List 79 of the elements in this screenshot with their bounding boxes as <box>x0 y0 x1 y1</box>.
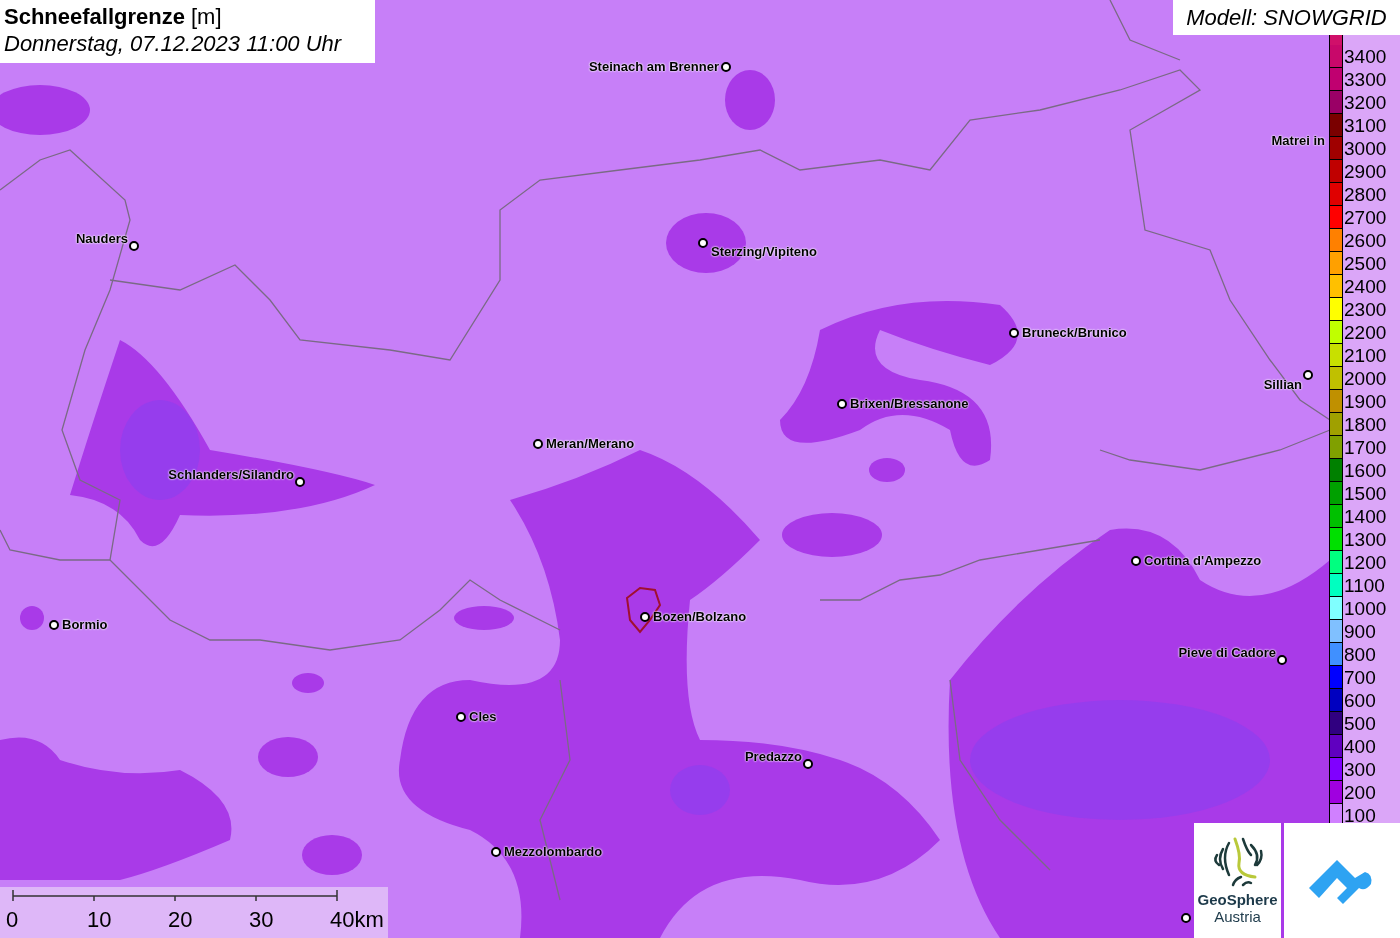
legend-label: 1600 <box>1343 459 1387 482</box>
legend-label: 900 <box>1343 620 1376 643</box>
unit-label: [m] <box>190 4 222 30</box>
legend-swatch <box>1329 35 1343 45</box>
place-label: Meran/Merano <box>546 435 635 453</box>
legend-label: 1300 <box>1343 528 1387 551</box>
place-label: Nauders <box>75 230 128 248</box>
place-label: Cortina d'Ampezzo <box>1144 552 1262 570</box>
legend-label: 200 <box>1343 781 1376 804</box>
place-label: Bruneck/Brunico <box>1022 324 1127 342</box>
place-marker-icon <box>1303 370 1313 380</box>
scale-label: 0 <box>6 907 20 933</box>
legend-label: 500 <box>1343 712 1376 735</box>
scale-ruler-icon <box>12 890 338 902</box>
legend-label: 1400 <box>1343 505 1387 528</box>
legend-label: 1000 <box>1343 597 1387 620</box>
model-label: Modell: SNOWGRID <box>1173 0 1400 35</box>
date-label: Donnerstag, 07.12.2023 11:00 Uhr <box>4 30 343 58</box>
legend-label: 2700 <box>1343 206 1387 229</box>
legend-label: 1800 <box>1343 413 1387 436</box>
legend-label: 2800 <box>1343 183 1387 206</box>
legend-label: 1100 <box>1343 574 1385 597</box>
legend-label: 800 <box>1343 643 1376 666</box>
place-label: Steinach am Brenner <box>588 58 719 76</box>
legend-label: 2500 <box>1343 252 1387 275</box>
place-label: Cles <box>469 708 497 726</box>
legend-label: 2200 <box>1343 321 1387 344</box>
logo-text: GeoSphere <box>1197 891 1278 908</box>
legend-label: 2600 <box>1343 229 1387 252</box>
place-label: Bormio <box>62 616 108 634</box>
legend-label: 600 <box>1343 689 1376 712</box>
place-label: Mezzolombardo <box>504 843 603 861</box>
scale-label: 10 <box>87 907 113 933</box>
place-label: Pieve di Cadore <box>1178 644 1276 662</box>
place-label: Schlanders/Silandro <box>168 466 294 484</box>
logo-subtext: Austria <box>1214 908 1261 925</box>
place-label: Sterzing/Vipiteno <box>711 243 817 261</box>
place-marker-icon <box>721 62 731 72</box>
place-marker-icon <box>1277 655 1287 665</box>
place-marker-icon <box>295 477 305 487</box>
legend-label: 3200 <box>1343 91 1387 114</box>
place-marker-icon <box>837 399 847 409</box>
place-marker-icon <box>533 439 543 449</box>
place-marker-icon <box>698 238 708 248</box>
place-marker-icon <box>1181 913 1191 923</box>
place-label: Brixen/Bressanone <box>850 395 969 413</box>
legend-label: 1500 <box>1343 482 1387 505</box>
place-marker-icon <box>491 847 501 857</box>
place-marker-icon <box>803 759 813 769</box>
legend-label: 1900 <box>1343 390 1387 413</box>
legend-label: 2400 <box>1343 275 1387 298</box>
legend-label: 3300 <box>1343 68 1387 91</box>
legend-label: 3100 <box>1343 114 1387 137</box>
legend-label: 1200 <box>1343 551 1387 574</box>
legend-label: 400 <box>1343 735 1376 758</box>
scale-label: 20 <box>168 907 194 933</box>
legend-label: 3400 <box>1343 45 1387 68</box>
place-marker-icon <box>129 241 139 251</box>
legend-label: 300 <box>1343 758 1376 781</box>
place-marker-icon <box>456 712 466 722</box>
place-label: Predazzo <box>744 748 802 766</box>
legend-label: 2100 <box>1343 344 1387 367</box>
place-label: Matrei in <box>1271 132 1325 150</box>
place-label: Sillian <box>1263 376 1302 394</box>
legend-label: 2900 <box>1343 160 1387 183</box>
scale-label: 40km <box>330 907 385 933</box>
place-marker-icon <box>1131 556 1141 566</box>
place-label: Bozen/Bolzano <box>653 608 747 626</box>
place-marker-icon <box>49 620 59 630</box>
legend-label: 100 <box>1343 804 1376 827</box>
scale-label: 30 <box>249 907 275 933</box>
place-marker-icon <box>1009 328 1019 338</box>
place-marker-icon <box>640 612 650 622</box>
legend-label: 1700 <box>1343 436 1387 459</box>
legend-label: 2000 <box>1343 367 1387 390</box>
map-title: Schneefallgrenze <box>4 4 185 30</box>
legend-label: 3000 <box>1343 137 1387 160</box>
legend-label: 700 <box>1343 666 1376 689</box>
legend-label: 2300 <box>1343 298 1387 321</box>
